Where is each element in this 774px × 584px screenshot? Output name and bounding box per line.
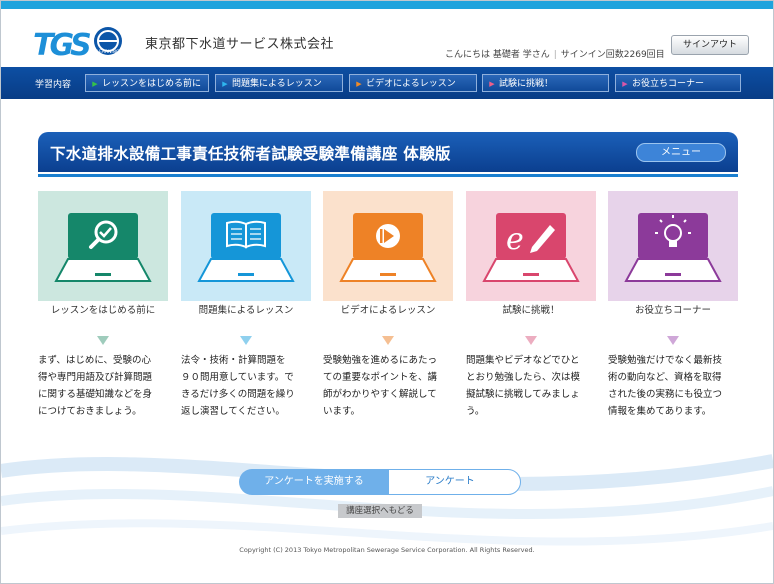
course-title-bar: 下水道排水設備工事責任技術者試験受験準備講座 体験版 メニュー [38,132,738,172]
signout-button[interactable]: サインアウト [671,35,749,55]
arrow-right-icon: ▶ [489,80,495,88]
header: TGS LEARNING 東京都下水道サービス株式会社 こんにちは 基礎者 学さ… [1,9,773,67]
nav-item-before-lesson[interactable]: ▶ レッスンをはじめる前に [85,74,209,92]
logo-text: TGS [33,28,90,63]
course-title: 下水道排水設備工事責任技術者試験受験準備講座 体験版 [50,145,451,163]
down-triangle-icon [525,336,537,345]
nav-item-useful-corner[interactable]: ▶ お役立ちコーナー [615,74,741,92]
card-label: レッスンをはじめる前に [50,305,156,316]
card-description: まず、はじめに、受験の心 得や専門用語及び計算問題 に関する基礎知識などを身 につけて… [38,355,153,417]
down-triangle-icon [382,336,394,345]
card-video-lesson[interactable]: ビデオによるレッスン [323,191,453,324]
card-label: 試験に挑戦！ [502,305,560,316]
card-label: 問題集によるレッスン [198,305,294,316]
down-triangle-icon [667,336,679,345]
nav-bar: 学習内容 ▶ レッスンをはじめる前に ▶ 問題集によるレッスン ▶ ビデオによるレッス… [1,67,773,99]
card-useful-corner[interactable]: お役立ちコーナー [608,191,738,324]
greeting-area: こんにちは 基礎者 学さん | サインイン回数2269回目 [445,50,665,60]
greeting-text: こんにちは 基礎者 学さん [445,50,550,60]
card-exam[interactable]: e 試験に挑戦！ [466,191,596,324]
nav-item-exam[interactable]: ▶ 試験に挑戦！ [482,74,609,92]
copyright: Copyright (C) 2013 Tokyo Metropolitan Se… [239,546,535,554]
page-frame: TGS LEARNING 東京都下水道サービス株式会社 こんにちは 基礎者 学さ… [0,0,774,584]
card-description: 法令・技術・計算問題を ９０問用意しています。で きるだけ多くの問題を繰り 返し演習し… [181,355,295,417]
down-triangle-icon [97,336,109,345]
survey-button[interactable]: アンケート [379,469,521,495]
card-before-lesson[interactable]: レッスンをはじめる前に [38,191,168,324]
arrow-right-icon: ▶ [92,80,98,88]
down-triangle-icon [240,336,252,345]
logo-badge: LEARNING [96,49,120,55]
card-description: 問題集やビデオなどでひと とおり勉強したら、次は模 擬試験に挑戦してみましょ う。 [466,355,581,417]
title-underline [38,174,738,177]
company-name: 東京都下水道サービス株式会社 [145,37,335,52]
card-label: ビデオによるレッスン [340,305,436,316]
survey-buttons: アンケート アンケートを実施する [239,469,521,495]
card-label: お役立ちコーナー [634,305,711,316]
take-survey-button[interactable]: アンケートを実施する [239,469,389,495]
card-description: 受験勉強を進めるにあたっ ての重要なポイントを、講 師がわかりやすく解説して います。 [323,355,438,417]
arrow-right-icon: ▶ [356,80,362,88]
svg-text:e: e [506,222,524,257]
card-question-lesson[interactable]: 問題集によるレッスン [181,191,311,324]
card-description: 受験勉強だけでなく最新技 術の動向など、資格を取得 された後の実務にも役立つ 情報を集… [608,355,723,417]
nav-item-video-lesson[interactable]: ▶ ビデオによるレッスン [349,74,477,92]
menu-button[interactable]: メニュー [636,143,726,162]
nav-item-question-lesson[interactable]: ▶ 問題集によるレッスン [215,74,343,92]
arrow-right-icon: ▶ [622,80,628,88]
signin-count: サインイン回数2269回目 [560,50,665,60]
tgs-logo: TGS LEARNING [31,19,131,63]
nav-label: 学習内容 [35,80,72,90]
play-icon [376,224,400,248]
top-band [1,1,773,9]
back-to-course-selection-button[interactable]: 講座選択へもどる [338,504,422,518]
arrow-right-icon: ▶ [222,80,228,88]
